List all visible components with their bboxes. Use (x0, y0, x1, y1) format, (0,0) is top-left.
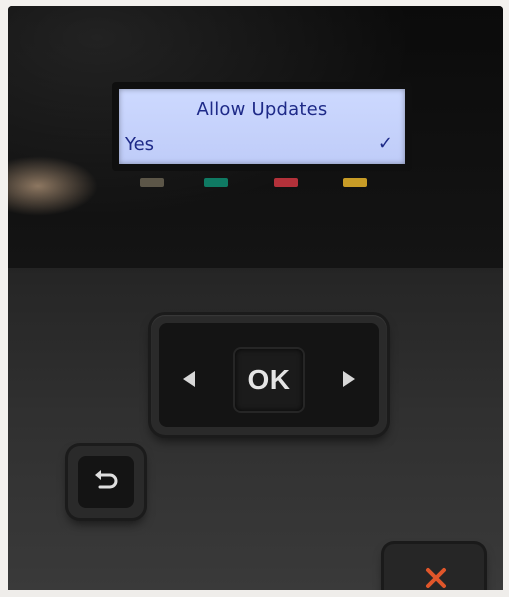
status-led-3 (274, 178, 298, 187)
menu-title: Allow Updates (196, 99, 328, 120)
back-arrow-icon (95, 470, 118, 489)
right-arrow-icon[interactable] (343, 371, 355, 387)
navigation-pad: OK (151, 315, 387, 435)
display-bezel: Allow Updates Yes ✓ (8, 6, 503, 268)
printer-control-panel: Allow Updates Yes ✓ OK (8, 6, 503, 593)
selected-check-icon: ✓ (377, 133, 393, 154)
lcd-screen: Allow Updates Yes ✓ (119, 89, 405, 164)
ok-button[interactable]: OK (235, 349, 303, 411)
status-led-2 (204, 178, 228, 187)
lcd-display: Allow Updates Yes ✓ (112, 82, 412, 171)
left-arrow-icon[interactable] (183, 371, 195, 387)
ok-label: OK (247, 364, 291, 395)
light-reflection (8, 156, 98, 216)
status-led-4 (343, 178, 367, 187)
close-icon (426, 568, 446, 588)
back-button-face (78, 456, 134, 508)
menu-option-yes[interactable]: Yes (125, 134, 154, 155)
navigation-pad-inner: OK (159, 323, 379, 427)
background-surface (0, 590, 509, 597)
status-led-1 (140, 178, 164, 187)
back-button[interactable] (68, 446, 144, 518)
cancel-button[interactable] (384, 544, 484, 593)
